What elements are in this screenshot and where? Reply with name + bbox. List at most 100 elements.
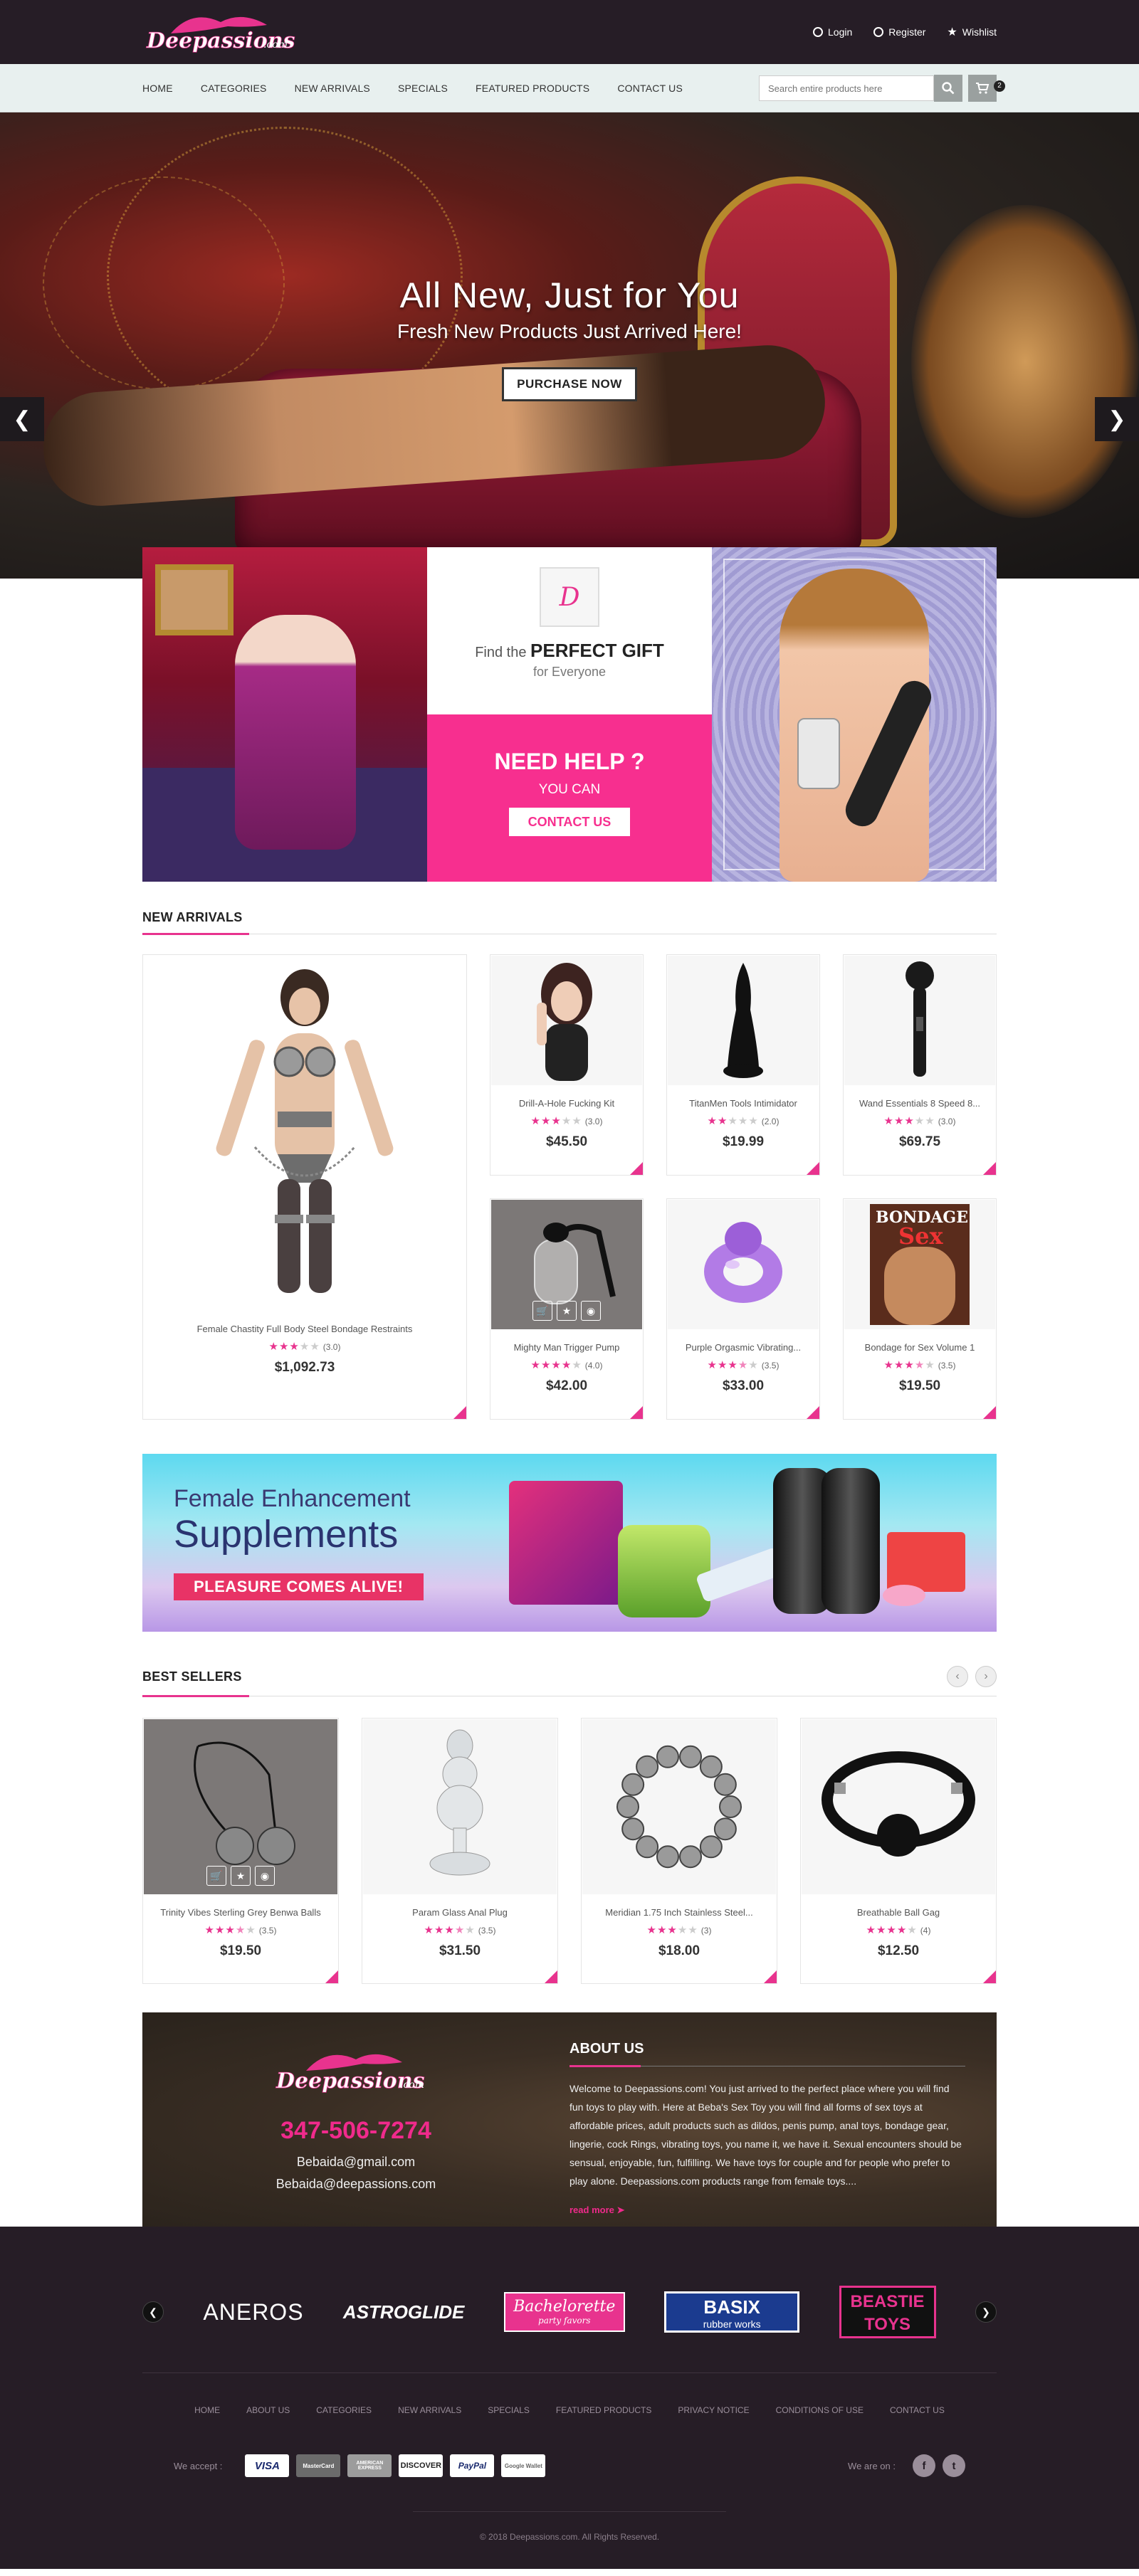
product-name[interactable]: Meridian 1.75 Inch Stainless Steel...	[582, 1907, 777, 1918]
promo-paddle-image[interactable]	[712, 547, 997, 882]
monogram-icon: D	[540, 567, 599, 627]
product-name[interactable]: Breathable Ball Gag	[801, 1907, 996, 1918]
product-name[interactable]: Wand Essentials 8 Speed 8...	[844, 1098, 996, 1109]
login-link[interactable]: Login	[813, 25, 852, 39]
product-name[interactable]: Mighty Man Trigger Pump	[490, 1342, 643, 1353]
search-button[interactable]	[934, 75, 962, 102]
steel-bead	[621, 1773, 645, 1796]
product-image: 🛒 ★ ◉	[144, 1719, 337, 1894]
product-rating: ★★★★★ (3.5)	[424, 1924, 496, 1936]
footer-link-about[interactable]: ABOUT US	[246, 2405, 290, 2415]
wishlist-link[interactable]: ★ Wishlist	[947, 25, 997, 39]
promo-doll-image[interactable]	[142, 547, 427, 882]
nav-home[interactable]: HOME	[142, 83, 173, 94]
brand-astroglide[interactable]: ASTROGLIDE	[343, 2291, 464, 2333]
twitter-icon[interactable]: t	[943, 2454, 965, 2477]
brand-beastie-toys[interactable]: BEASTIE TOYS	[839, 2286, 936, 2338]
nav-new-arrivals[interactable]: NEW ARRIVALS	[295, 83, 370, 94]
contact-us-button[interactable]: CONTACT US	[509, 808, 630, 836]
brand-aneros[interactable]: ANEROS	[203, 2291, 303, 2333]
footer-link-categories[interactable]: CATEGORIES	[316, 2405, 372, 2415]
product-name[interactable]: Drill-A-Hole Fucking Kit	[490, 1098, 643, 1109]
payment-methods: We accept : VISA MasterCard AMERICAN EXP…	[174, 2454, 546, 2477]
corner-accent	[545, 1970, 557, 1983]
cart-button[interactable]: 2	[968, 75, 1005, 102]
nav-categories[interactable]: CATEGORIES	[201, 83, 267, 94]
product-card[interactable]: 🛒 ★ ◉ Trinity Vibes Sterling Grey Benwa …	[142, 1718, 339, 1984]
product-card[interactable]: TitanMen Tools Intimidator ★★★★★ (2.0) $1…	[666, 954, 820, 1176]
footer-link-contact[interactable]: CONTACT US	[890, 2405, 945, 2415]
wishlist-star-icon[interactable]: ★	[557, 1301, 577, 1321]
product-name[interactable]: TitanMen Tools Intimidator	[667, 1098, 819, 1109]
footer-link-home[interactable]: HOME	[194, 2405, 220, 2415]
footer-link-specials[interactable]: SPECIALS	[488, 2405, 530, 2415]
read-more-link[interactable]: read more ➤	[570, 2205, 624, 2216]
carousel-prev-button[interactable]: ‹	[947, 1666, 968, 1687]
product-card[interactable]: Breathable Ball Gag ★★★★★ (4) $12.50	[800, 1718, 997, 1984]
search-area: 2	[759, 75, 1005, 102]
carousel-next-button[interactable]: ›	[975, 1666, 997, 1687]
product-rating: ★★★★★ (3.5)	[204, 1924, 277, 1936]
facebook-icon[interactable]: f	[913, 2454, 935, 2477]
steel-bead	[699, 1755, 723, 1778]
new-arrivals-title: NEW ARRIVALS	[142, 910, 243, 924]
product-card[interactable]: Meridian 1.75 Inch Stainless Steel... ★★…	[581, 1718, 777, 1984]
email-secondary[interactable]: Bebaida@deepassions.com	[142, 2177, 570, 2192]
add-to-cart-icon[interactable]: 🛒	[532, 1301, 552, 1321]
product-card[interactable]: 🛒 ★ ◉ Mighty Man Trigger Pump ★★★★★ (4.0)…	[490, 1198, 644, 1420]
product-name[interactable]: Purple Orgasmic Vibrating...	[667, 1342, 819, 1353]
product-card[interactable]: Wand Essentials 8 Speed 8... ★★★★★ (3.0) …	[843, 954, 997, 1176]
product-card[interactable]: Drill-A-Hole Fucking Kit ★★★★★ (3.0) $45.…	[490, 954, 644, 1176]
footer-logo[interactable]: Deepassions .com	[271, 2048, 441, 2098]
footer-link-privacy[interactable]: PRIVACY NOTICE	[678, 2405, 749, 2415]
quick-view-eye-icon[interactable]: ◉	[255, 1866, 275, 1886]
brand-prev-button[interactable]: ❮	[142, 2301, 164, 2323]
copyright: © 2018 Deepassions.com. All Rights Reser…	[413, 2511, 726, 2542]
brand-bachelorette[interactable]: Bachelorette party favors	[503, 2291, 625, 2333]
hero-prev-button[interactable]: ❮	[0, 397, 44, 441]
wishlist-star-icon[interactable]: ★	[231, 1866, 251, 1886]
product-card[interactable]: Param Glass Anal Plug ★★★★★ (3.5) $31.50	[362, 1718, 558, 1984]
footer-link-new-arrivals[interactable]: NEW ARRIVALS	[398, 2405, 461, 2415]
nav-contact-us[interactable]: CONTACT US	[617, 83, 683, 94]
brand-next-button[interactable]: ❯	[975, 2301, 997, 2323]
phone-number[interactable]: 347-506-7274	[142, 2117, 570, 2145]
device-figure	[797, 718, 840, 789]
footer-link-conditions[interactable]: CONDITIONS OF USE	[776, 2405, 864, 2415]
about-text: Welcome to Deepassions.com! You just arr…	[570, 2083, 962, 2187]
add-to-cart-icon[interactable]: 🛒	[206, 1866, 226, 1886]
nav-featured-products[interactable]: FEATURED PRODUCTS	[476, 83, 589, 94]
product-name[interactable]: Param Glass Anal Plug	[362, 1907, 557, 1918]
purchase-now-button[interactable]: PURCHASE NOW	[502, 367, 637, 401]
steel-bead	[699, 1835, 723, 1859]
register-link[interactable]: Register	[873, 25, 925, 39]
product-rating: ★★★★★ (4)	[866, 1924, 931, 1936]
steel-bead	[713, 1773, 737, 1796]
footer-link-featured[interactable]: FEATURED PRODUCTS	[556, 2405, 651, 2415]
product-price: $45.50	[545, 1134, 588, 1149]
product-price: $1,092.73	[274, 1360, 335, 1375]
quick-view-eye-icon[interactable]: ◉	[581, 1301, 601, 1321]
site-logo[interactable]: Deepassions .com	[142, 12, 295, 53]
product-card[interactable]: Female Chastity Full Body Steel Bondage …	[142, 954, 467, 1420]
product-name[interactable]: Bondage for Sex Volume 1	[844, 1342, 996, 1353]
product-card[interactable]: Purple Orgasmic Vibrating... ★★★★★ (3.5) …	[666, 1198, 820, 1420]
product-card[interactable]: BONDAGE Sex Bondage for Sex Volume 1 ★★★…	[843, 1198, 997, 1420]
title-underline	[142, 933, 249, 935]
brand-basix[interactable]: BASIX rubber works	[664, 2291, 800, 2333]
search-input[interactable]	[759, 75, 934, 101]
product-rating: ★★★★★ (3.5)	[707, 1359, 780, 1371]
star-icon: ★	[947, 26, 957, 38]
product-name[interactable]: Female Chastity Full Body Steel Bondage …	[143, 1324, 466, 1334]
brand-carousel: ❮ ANEROS ASTROGLIDE Bachelorette party fa…	[142, 2269, 997, 2355]
perfect-gift-panel[interactable]: D Find the PERFECT GIFT for Everyone	[427, 547, 712, 714]
product-rating: ★★★★★ (3.0)	[530, 1115, 603, 1127]
supplements-banner[interactable]: Female Enhancement Supplements PLEASURE …	[142, 1454, 997, 1632]
carousel-controls: ‹ ›	[947, 1666, 997, 1687]
need-help-panel: NEED HELP ? YOU CAN CONTACT US	[427, 714, 712, 882]
hero-next-button[interactable]: ❯	[1095, 397, 1139, 441]
product-name[interactable]: Trinity Vibes Sterling Grey Benwa Balls	[143, 1907, 338, 1918]
email-primary[interactable]: Bebaida@gmail.com	[142, 2155, 570, 2170]
product-image: BONDAGE Sex	[844, 1200, 995, 1329]
nav-specials[interactable]: SPECIALS	[398, 83, 448, 94]
